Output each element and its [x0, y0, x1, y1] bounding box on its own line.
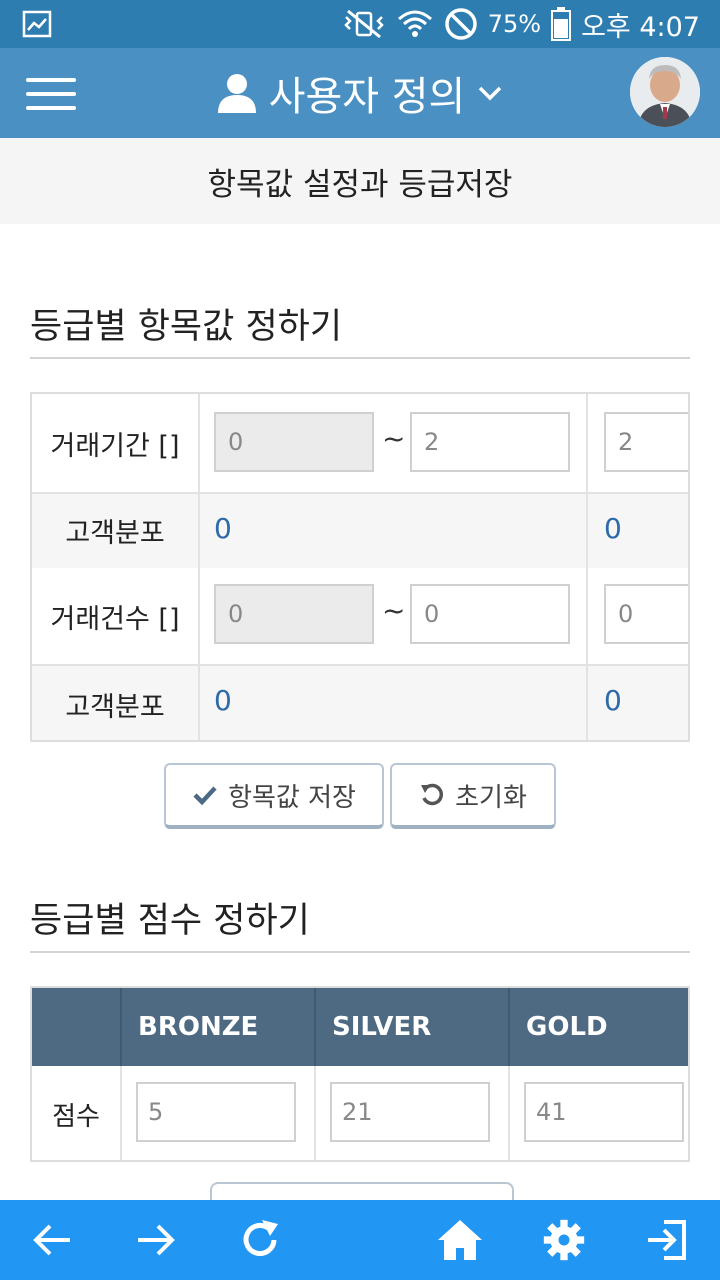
- table-row: 고객분포 0 0: [32, 664, 688, 740]
- section-divider: [30, 951, 690, 953]
- home-icon[interactable]: [436, 1218, 484, 1262]
- table-row: 고객분포 0 0: [32, 492, 688, 570]
- reset-button[interactable]: 초기화: [390, 763, 556, 829]
- count-to-input[interactable]: 0: [410, 584, 570, 644]
- avatar-image: [630, 57, 700, 127]
- score-cell-gold: 41: [508, 1066, 688, 1160]
- exit-icon[interactable]: [644, 1218, 688, 1262]
- battery-percent: 75%: [487, 10, 542, 38]
- customer-count-link[interactable]: 0: [604, 512, 622, 545]
- section-title-item-values: 등급별 항목값 정하기: [30, 307, 343, 347]
- wifi-icon: [397, 10, 432, 37]
- undo-icon: [421, 783, 444, 806]
- score-table-header: BRONZE SILVER GOLD: [32, 988, 688, 1066]
- score-cell-silver: 21: [314, 1066, 510, 1160]
- battery-icon: [551, 7, 572, 41]
- row-label: 거래건수 []: [32, 568, 200, 664]
- score-table: BRONZE SILVER GOLD 점수 5 21 41: [30, 986, 690, 1162]
- chevron-down-icon: [479, 86, 502, 101]
- save-item-values-button[interactable]: 항목값 저장: [164, 763, 384, 829]
- bottom-nav-bar: [0, 1200, 720, 1280]
- gold-score-input[interactable]: 41: [524, 1082, 684, 1142]
- status-time: 오후 4:07: [581, 11, 700, 43]
- score-row-label: 점수: [32, 1066, 122, 1160]
- header-silver: SILVER: [314, 988, 508, 1066]
- score-cell-bronze: 5: [120, 1066, 316, 1160]
- vibrate-mute-icon: [343, 9, 384, 39]
- page-title: 사용자 정의: [268, 74, 466, 120]
- bronze-score-input[interactable]: 5: [136, 1082, 296, 1142]
- customer-count-link[interactable]: 0: [214, 512, 232, 545]
- arrow-right-icon[interactable]: [134, 1218, 178, 1262]
- item-value-table: 거래기간 [] 0 ~ 2 2 고객분포 0 0 거래건수 [] 0 ~ 0 0…: [30, 392, 690, 742]
- count-from-input[interactable]: 0: [214, 584, 374, 644]
- row-label: 고객분포: [32, 664, 200, 740]
- range-tilde: ~: [382, 594, 406, 627]
- app-header: 사용자 정의: [0, 48, 720, 138]
- sub-header: 항목값 설정과 등급저장: [0, 138, 720, 224]
- table-row: 거래기간 [] 0 ~ 2 2: [32, 394, 688, 494]
- table-row: 점수 5 21 41: [32, 1066, 688, 1160]
- gallery-notification-icon: [22, 10, 52, 38]
- header-bronze: BRONZE: [120, 988, 314, 1066]
- header-title-dropdown[interactable]: 사용자 정의: [0, 48, 720, 138]
- row-label: 거래기간 []: [32, 394, 200, 492]
- customer-count-link[interactable]: 0: [604, 684, 622, 717]
- user-icon: [217, 74, 256, 113]
- refresh-icon[interactable]: [238, 1218, 282, 1262]
- section-divider: [30, 357, 690, 359]
- gear-icon[interactable]: [540, 1218, 588, 1262]
- do-not-disturb-icon: [445, 8, 477, 40]
- customer-count-link[interactable]: 0: [214, 684, 232, 717]
- check-icon: [193, 786, 217, 806]
- period-next-input[interactable]: 2: [604, 412, 688, 472]
- range-tilde: ~: [382, 422, 406, 455]
- status-indicators: 75% 오후 4:07: [342, 0, 700, 48]
- row-label: 고객분포: [32, 492, 200, 568]
- period-from-input[interactable]: 0: [214, 412, 374, 472]
- header-gold: GOLD: [508, 988, 688, 1066]
- silver-score-input[interactable]: 21: [330, 1082, 490, 1142]
- status-bar: 75% 오후 4:07: [0, 0, 720, 48]
- column-divider: [586, 664, 588, 740]
- arrow-left-icon[interactable]: [30, 1218, 74, 1262]
- reset-button-label: 초기화: [455, 782, 527, 813]
- period-to-input[interactable]: 2: [410, 412, 570, 472]
- count-next-input[interactable]: 0: [604, 584, 688, 644]
- column-divider: [586, 394, 588, 492]
- table-row: 거래건수 [] 0 ~ 0 0: [32, 568, 688, 666]
- section-title-scores: 등급별 점수 정하기: [30, 901, 310, 941]
- column-divider: [586, 492, 588, 568]
- avatar[interactable]: [630, 57, 700, 127]
- save-button-label: 항목값 저장: [228, 782, 356, 813]
- column-divider: [586, 568, 588, 664]
